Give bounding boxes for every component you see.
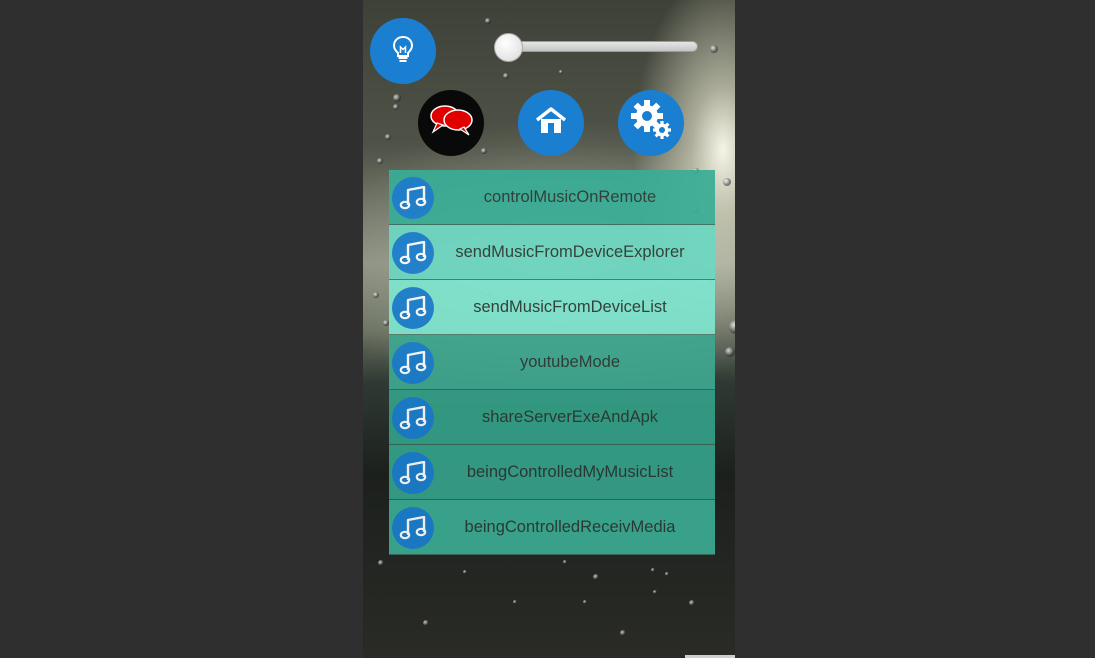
rain-drop	[513, 600, 517, 604]
list-item[interactable]: youtubeMode	[389, 335, 715, 390]
slider-track[interactable]	[494, 41, 698, 52]
rain-drop	[651, 568, 655, 572]
rain-drop	[653, 590, 657, 594]
rain-drop	[503, 73, 509, 79]
rain-drop	[373, 292, 379, 298]
list-item[interactable]: beingControlledMyMusicList	[389, 445, 715, 500]
rain-drop	[393, 104, 399, 110]
list-item-label: youtubeMode	[520, 353, 620, 371]
rain-drop	[385, 134, 391, 140]
chat-button[interactable]	[418, 90, 484, 156]
rain-drop	[463, 570, 467, 574]
list-item[interactable]: sendMusicFromDeviceExplorer	[389, 225, 715, 280]
app-screen: controlMusicOnRemote sendMusicFromDeviceE…	[363, 0, 735, 658]
list-item[interactable]: shareServerExeAndApk	[389, 390, 715, 445]
list-item[interactable]: sendMusicFromDeviceList	[389, 280, 715, 335]
list-item-label: controlMusicOnRemote	[483, 188, 657, 206]
slider-thumb[interactable]	[494, 33, 523, 62]
rain-drop	[583, 600, 587, 604]
list-item-label: beingControlledMyMusicList	[466, 463, 674, 481]
menu-list: controlMusicOnRemote sendMusicFromDeviceE…	[389, 170, 715, 555]
rain-drop	[481, 148, 487, 154]
rain-drop	[725, 347, 735, 357]
list-item-label: beingControlledReceivMedia	[464, 518, 676, 536]
volume-slider[interactable]	[490, 33, 698, 62]
rain-drop	[393, 94, 401, 102]
rain-drop	[485, 18, 491, 24]
list-item[interactable]: beingControlledReceivMedia	[389, 500, 715, 555]
lightbulb-icon	[386, 32, 420, 71]
chat-bubbles-icon	[426, 101, 476, 146]
rain-drop	[620, 630, 626, 636]
rain-drop	[723, 178, 731, 186]
home-button[interactable]	[518, 90, 584, 156]
list-item-label: shareServerExeAndApk	[481, 408, 659, 426]
rain-drop	[593, 574, 599, 580]
rain-drop	[729, 320, 735, 334]
rain-drop	[378, 560, 384, 566]
rain-drop	[689, 600, 695, 606]
rain-drop	[559, 70, 563, 74]
home-icon	[534, 106, 568, 141]
list-item[interactable]: controlMusicOnRemote	[389, 170, 715, 225]
rain-drop	[665, 572, 669, 576]
list-item-label: sendMusicFromDeviceList	[473, 298, 667, 316]
rain-drop	[563, 560, 567, 564]
settings-button[interactable]	[618, 90, 684, 156]
light-toggle-button[interactable]	[370, 18, 436, 84]
settings-gear-icon	[626, 96, 676, 151]
rain-drop	[710, 45, 718, 53]
rain-drop	[423, 620, 429, 626]
rain-drop	[377, 158, 383, 164]
list-item-label: sendMusicFromDeviceExplorer	[455, 243, 685, 261]
